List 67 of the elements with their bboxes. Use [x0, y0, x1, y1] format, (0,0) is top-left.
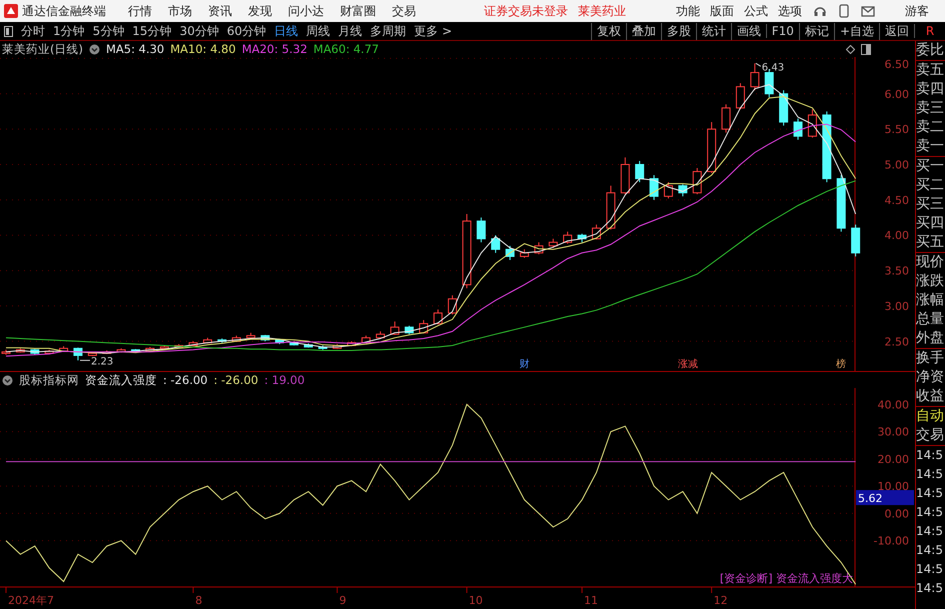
indicator-axis-label: 20.00: [878, 452, 909, 466]
app-title: 通达信金融终端: [22, 2, 106, 20]
login-notice: 证券交易未登录: [484, 2, 568, 20]
indicator-reading: : -26.00: [214, 373, 258, 387]
quote-label: 卖五: [916, 61, 945, 80]
price-axis-label: 3.50: [884, 264, 909, 278]
date-axis-label: 9: [339, 594, 346, 607]
trade-time: 14:5: [916, 523, 944, 540]
low-price-annotation: 2.23: [80, 356, 114, 368]
indicator-reading: : 19.00: [264, 373, 305, 387]
quote-label: 现价: [916, 253, 945, 272]
price-axis-label: 6.00: [884, 88, 909, 101]
quote-label: 净资: [916, 368, 945, 387]
price-axis-label: 2.50: [884, 335, 909, 348]
quote-label: 委比: [916, 41, 945, 60]
annotation: 6.43: [762, 62, 784, 74]
quote-label: 涨幅: [916, 291, 945, 310]
trade-time: 14:5: [916, 542, 944, 559]
moving-average-reading: MA60: 4.77: [313, 42, 379, 56]
date-axis-label: 8: [195, 594, 202, 607]
annotation: 2.23: [91, 356, 114, 368]
indicator-axis-label: 30.00: [878, 426, 909, 439]
quote-label: 卖四: [916, 80, 945, 99]
quote-label: 外盘: [916, 329, 945, 348]
price-axis-label: 4.50: [884, 194, 909, 207]
price-axis-label: 5.50: [884, 123, 909, 136]
quote-label: 卖三: [916, 99, 945, 118]
indicator-reading: : -26.00: [163, 373, 208, 387]
indicator-name: 资金流入强度: [85, 372, 157, 388]
corner-label: R: [914, 24, 945, 38]
indicator-axis-label: -10.00: [874, 534, 909, 548]
date-axis-label: 2024年7: [8, 594, 54, 607]
quote-label: 买二: [916, 176, 945, 195]
trade-time: 14:5: [916, 561, 944, 578]
indicator-source: 股标指标网: [19, 372, 79, 388]
date-axis-label: 12: [714, 594, 728, 607]
indicator-axis-label: 0.00: [884, 507, 909, 520]
quote-label: 换手: [916, 349, 945, 368]
cursor-value-label: 5.62: [856, 490, 914, 506]
quote-label: 买四: [916, 214, 945, 233]
trade-time: 14:5: [916, 485, 944, 502]
moving-average-reading: MA5: 4.30: [106, 42, 164, 56]
price-axis-label: 6.50: [884, 58, 909, 71]
date-axis-label: 11: [584, 594, 598, 607]
trade-time: 14:5: [916, 466, 944, 483]
quote-label: 收益: [916, 387, 945, 406]
quote-label: 卖二: [916, 118, 945, 137]
indicator-axis-label: 40.00: [878, 398, 909, 412]
quote-label: 买五: [916, 233, 945, 252]
quote-label: 卖一: [916, 137, 945, 156]
high-price-annotation: 6.43: [755, 62, 784, 74]
price-axis-label: 5.00: [884, 158, 909, 172]
quote-label: 总量: [916, 310, 945, 329]
trade-label: 交易: [916, 426, 945, 445]
price-axis-label: 3.00: [884, 300, 909, 313]
chart-title: 莱美药业(日线): [2, 42, 83, 56]
price-axis-label: 4.00: [884, 229, 909, 242]
moving-average-reading: MA10: 4.80: [170, 42, 236, 56]
trade-time: 14:5: [916, 447, 944, 464]
quote-label: 涨跌: [916, 272, 945, 291]
quote-label: 买一: [916, 157, 945, 176]
moving-average-reading: MA20: 5.32: [242, 42, 308, 56]
date-axis-label: 10: [468, 594, 483, 607]
quote-label: 买三: [916, 195, 945, 214]
trade-time: 14:5: [916, 580, 944, 597]
stock-name: 莱美药业: [578, 2, 626, 20]
trade-time: 14:5: [916, 504, 944, 521]
